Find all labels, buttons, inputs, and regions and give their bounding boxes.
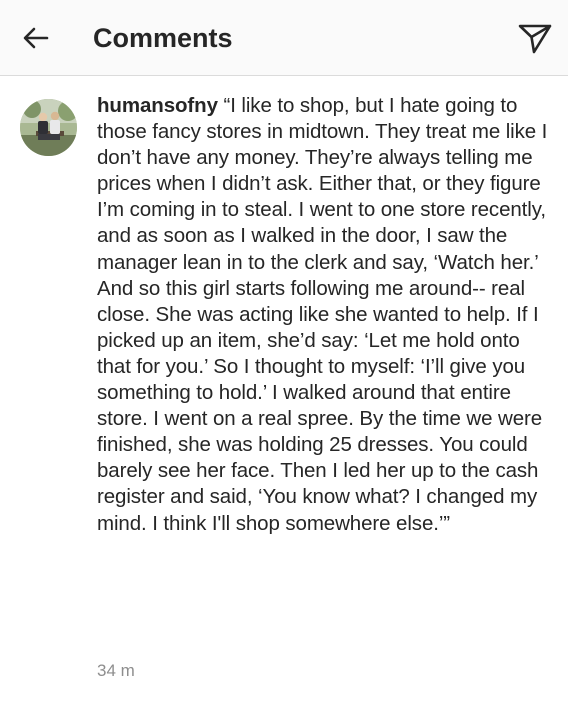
avatar-photo xyxy=(20,99,77,156)
paper-plane-icon xyxy=(518,24,552,54)
comment-timestamp: 34 m xyxy=(97,661,135,680)
arrow-left-icon xyxy=(23,27,49,49)
share-button[interactable] xyxy=(516,19,554,57)
top-bar: Comments xyxy=(0,0,568,76)
avatar[interactable] xyxy=(20,99,77,156)
back-button[interactable] xyxy=(18,20,54,56)
comment-username[interactable]: humansofny xyxy=(97,94,218,117)
comment-text: “I like to shop, but I hate going to tho… xyxy=(97,94,548,535)
page-title: Comments xyxy=(93,23,233,53)
comment-body: humansofny “I like to shop, but I hate g… xyxy=(97,93,559,537)
